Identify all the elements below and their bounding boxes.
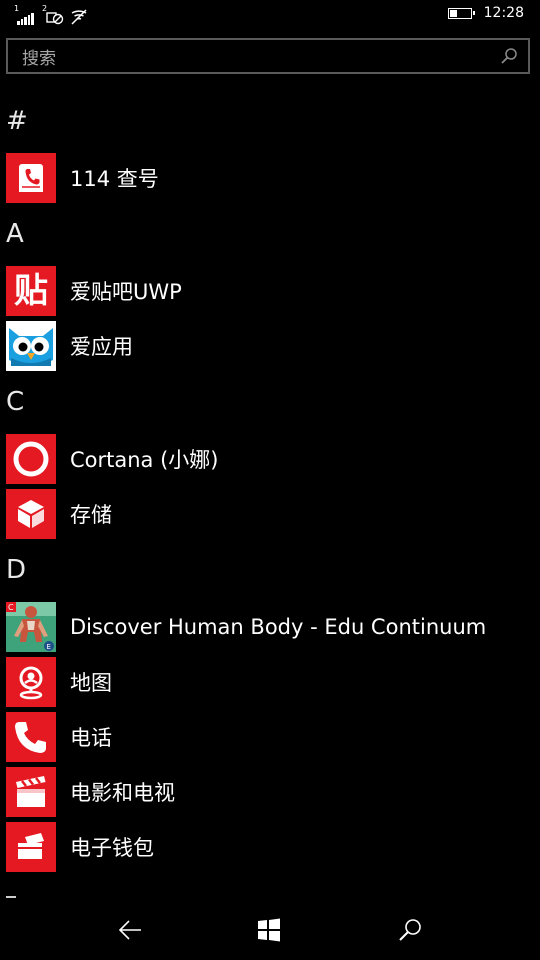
- start-button[interactable]: [253, 914, 285, 946]
- search-placeholder: 搜索: [22, 48, 56, 69]
- app-label: Cortana (小娜): [70, 447, 219, 472]
- app-label: 爱贴吧UWP: [70, 279, 182, 304]
- search-icon: [501, 48, 517, 64]
- phone-handset-icon: [6, 711, 56, 762]
- app-item-cortana[interactable]: Cortana (小娜): [0, 431, 540, 486]
- app-label: 电话: [70, 725, 112, 750]
- search-input[interactable]: 搜索: [6, 38, 530, 74]
- clapperboard-icon: [6, 766, 56, 817]
- badge-e: E: [47, 643, 51, 651]
- battery-icon: [447, 7, 475, 19]
- storage-box-icon: [6, 488, 56, 539]
- app-label: 存储: [70, 502, 112, 527]
- app-item-aiyingyong[interactable]: 爱应用: [0, 318, 540, 373]
- clock: 12:28: [483, 5, 524, 21]
- app-label: 114 查号: [70, 166, 159, 191]
- windows-start-icon: [258, 918, 280, 942]
- wallet-card-icon: [6, 821, 56, 872]
- human-body-icon: C E: [6, 601, 56, 652]
- maps-pin-icon: [6, 656, 56, 707]
- app-label: 电影和电视: [70, 780, 175, 805]
- app-item-wallet[interactable]: 电子钱包: [0, 819, 540, 874]
- status-bar: 1 2 12:28: [0, 0, 540, 32]
- section-header-c[interactable]: C: [0, 373, 540, 431]
- navigation-bar: [0, 900, 540, 960]
- app-item-maps[interactable]: 地图: [0, 654, 540, 709]
- app-item-tieba[interactable]: 贴 爱贴吧UWP: [0, 263, 540, 318]
- wifi-icon: [71, 9, 87, 25]
- search-button[interactable]: [394, 914, 426, 946]
- app-label: 电子钱包: [70, 835, 154, 860]
- section-header-d[interactable]: D: [0, 541, 540, 599]
- phonebook-icon: [6, 152, 56, 203]
- tieba-char: 贴: [14, 270, 48, 311]
- signal-sim2-icon: 2: [42, 5, 64, 25]
- next-section-header-partial: [6, 896, 16, 898]
- section-header-a[interactable]: A: [0, 205, 540, 263]
- signal-sim1-icon: 1: [14, 5, 34, 25]
- sim1-label: 1: [14, 4, 20, 13]
- app-list: # 114 查号 A 贴 爱贴吧UWP 爱应用 C Cortana (小娜) 存…: [0, 92, 540, 874]
- search-icon: [399, 919, 421, 941]
- app-item-114[interactable]: 114 查号: [0, 150, 540, 205]
- app-item-movies-tv[interactable]: 电影和电视: [0, 764, 540, 819]
- app-label: Discover Human Body - Edu Continuum: [70, 614, 487, 639]
- app-label: 地图: [70, 670, 112, 695]
- app-item-phone[interactable]: 电话: [0, 709, 540, 764]
- back-button[interactable]: [114, 914, 146, 946]
- app-label: 爱应用: [70, 334, 133, 359]
- app-item-human-body[interactable]: C E Discover Human Body - Edu Continuum: [0, 599, 540, 654]
- badge-c: C: [8, 603, 14, 612]
- back-arrow-icon: [118, 920, 141, 940]
- section-header-hash[interactable]: #: [0, 92, 540, 150]
- cortana-ring-icon: [6, 433, 56, 484]
- app-item-storage[interactable]: 存储: [0, 486, 540, 541]
- owl-icon: [6, 320, 56, 371]
- tieba-icon: 贴: [6, 265, 56, 316]
